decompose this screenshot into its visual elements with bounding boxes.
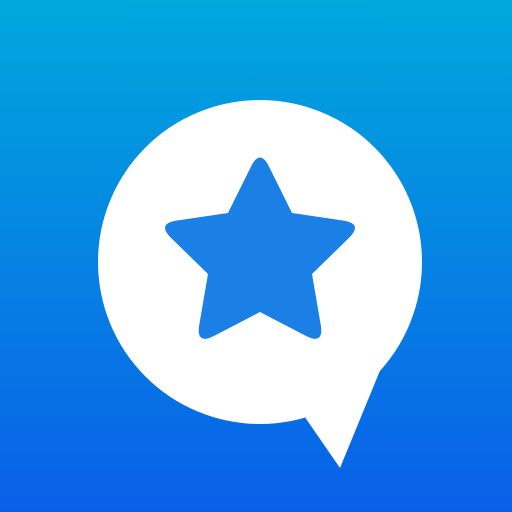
favorite-chat-icon <box>0 0 512 512</box>
app-icon <box>0 0 512 512</box>
